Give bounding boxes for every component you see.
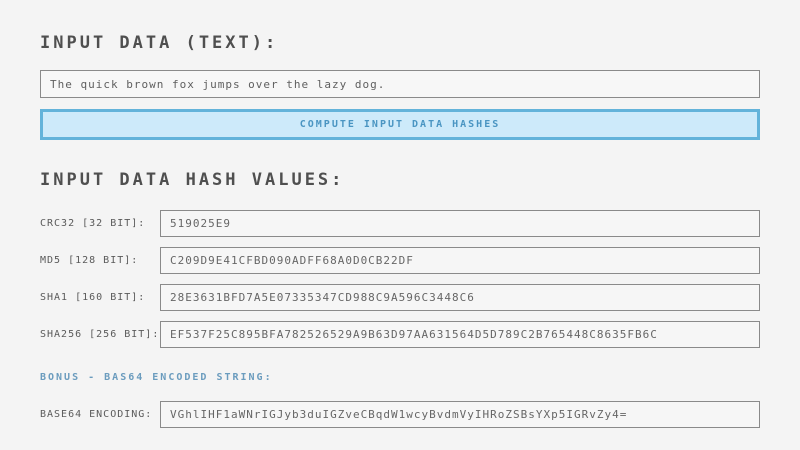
crc32-label: CRC32 [32 bit]:	[40, 218, 160, 229]
md5-label: MD5 [128 bit]:	[40, 255, 160, 266]
hash-row-crc32: CRC32 [32 bit]:	[40, 210, 760, 237]
sha1-value-field[interactable]	[160, 284, 760, 311]
hash-row-base64: BASE64 ENCODING:	[40, 401, 760, 428]
base64-label: BASE64 ENCODING:	[40, 409, 160, 420]
sha256-value-field[interactable]	[160, 321, 760, 348]
hash-tool-page: INPUT DATA (TEXT): COMPUTE INPUT DATA HA…	[0, 0, 800, 450]
bonus-section-title: BONUS - BAS64 ENCODED STRING:	[40, 372, 760, 383]
input-data-field[interactable]	[40, 70, 760, 98]
sha256-label: SHA256 [256 bit]:	[40, 329, 160, 340]
base64-value-field[interactable]	[160, 401, 760, 428]
hash-values-title: INPUT DATA HASH VALUES:	[40, 170, 760, 190]
compute-hashes-button[interactable]: COMPUTE INPUT DATA HASHES	[40, 109, 760, 140]
hash-row-md5: MD5 [128 bit]:	[40, 247, 760, 274]
md5-value-field[interactable]	[160, 247, 760, 274]
sha1-label: SHA1 [160 bit]:	[40, 292, 160, 303]
input-data-title: INPUT DATA (TEXT):	[40, 33, 760, 53]
hash-row-sha1: SHA1 [160 bit]:	[40, 284, 760, 311]
crc32-value-field[interactable]	[160, 210, 760, 237]
hash-row-sha256: SHA256 [256 bit]:	[40, 321, 760, 348]
